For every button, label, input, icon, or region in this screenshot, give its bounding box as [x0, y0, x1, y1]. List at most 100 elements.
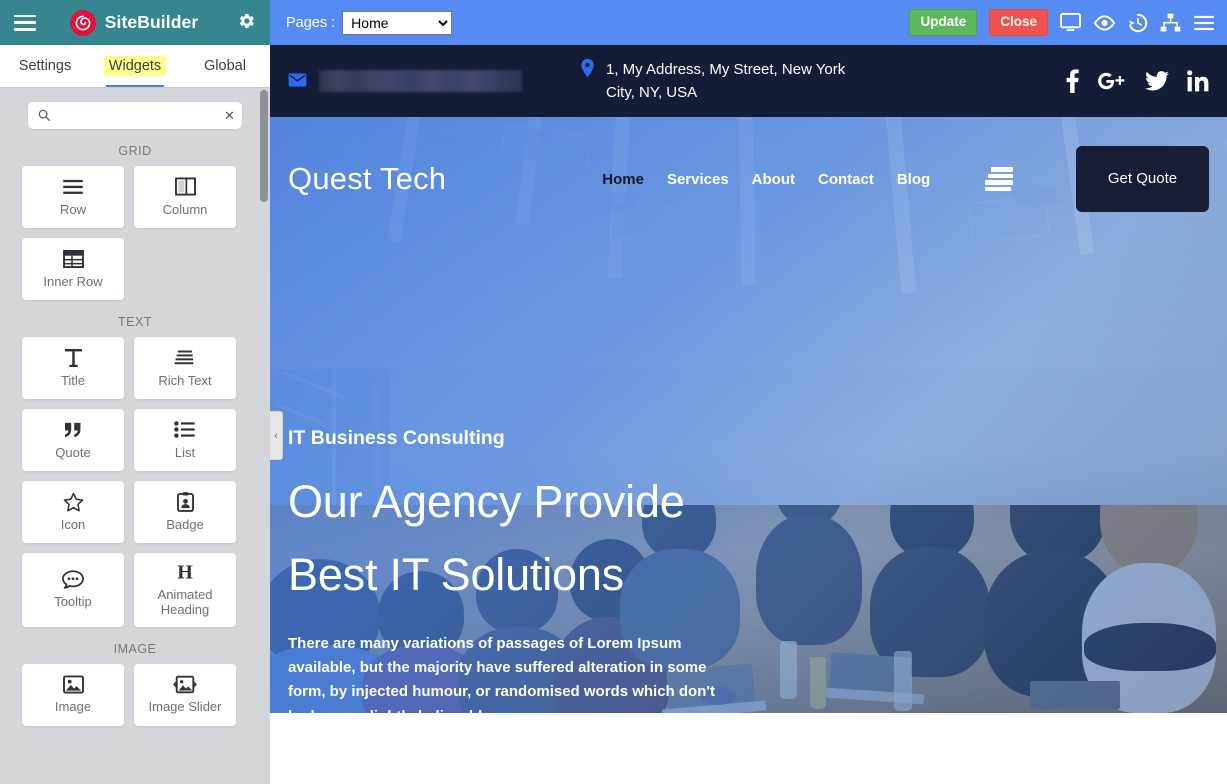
editor-area: Pages : Home Update Close ‹ 1, My Addres… — [270, 0, 1227, 784]
site-navbar: Quest Tech Home Services About Contact B… — [288, 135, 1209, 223]
left-panel: SiteBuilder Settings Widgets Global ✕ GR… — [0, 0, 270, 784]
section-title-text: TEXT — [118, 315, 152, 329]
sitebuilder-logo-icon — [69, 9, 96, 36]
tab-widgets-label: Widgets — [103, 56, 167, 76]
site-contact-bar: 1, My Address, My Street, New York City,… — [270, 45, 1227, 117]
widget-animated-heading[interactable]: H Animated Heading — [134, 553, 236, 627]
contact-email-group — [288, 70, 538, 92]
site-hero: Quest Tech Home Services About Contact B… — [270, 117, 1227, 713]
site-logo[interactable]: Quest Tech — [288, 161, 446, 197]
widget-quote-label: Quote — [55, 444, 91, 460]
align-left-icon — [174, 348, 196, 368]
list-icon — [174, 420, 196, 440]
widget-column[interactable]: Column — [134, 166, 236, 228]
nav-item-services[interactable]: Services — [667, 171, 729, 188]
hero-text-block: IT Business Consulting Our Agency Provid… — [288, 427, 748, 713]
search-wrap: ✕ — [22, 88, 248, 129]
update-button[interactable]: Update — [909, 9, 978, 36]
widget-image-slider[interactable]: Image Slider — [134, 663, 236, 726]
hero-eyebrow: IT Business Consulting — [288, 427, 505, 449]
section-title-grid: GRID — [118, 144, 152, 158]
widget-tooltip-label: Tooltip — [54, 594, 92, 610]
comment-dots-icon — [62, 569, 84, 589]
panel-scrollbar-thumb[interactable] — [260, 90, 268, 202]
contact-address: 1, My Address, My Street, New York City,… — [606, 60, 846, 101]
widget-icon[interactable]: Icon — [22, 481, 124, 543]
page-canvas: ‹ 1, My Address, My Street, New York Cit… — [270, 45, 1227, 784]
gear-icon[interactable] — [236, 11, 256, 35]
hamburger-icon[interactable] — [14, 14, 36, 31]
search-input[interactable] — [51, 108, 224, 123]
brand-name: SiteBuilder — [104, 12, 199, 32]
linkedin-icon[interactable] — [1187, 70, 1209, 92]
google-plus-icon[interactable] — [1097, 71, 1127, 91]
widgets-list: ✕ GRID Row Column Inner Row TEXT Title R… — [0, 88, 270, 784]
sitemap-icon[interactable] — [1160, 13, 1181, 32]
tab-settings[interactable]: Settings — [0, 45, 90, 87]
eye-icon[interactable] — [1093, 14, 1116, 31]
pages-group: Pages : Home — [286, 10, 453, 35]
panel-collapse-handle[interactable]: ‹ — [270, 411, 283, 460]
tab-global[interactable]: Global — [180, 45, 270, 87]
app-header: SiteBuilder — [0, 0, 270, 45]
widget-list[interactable]: List — [134, 409, 236, 471]
contact-email-redacted[interactable] — [319, 70, 522, 92]
get-quote-button[interactable]: Get Quote — [1076, 146, 1209, 212]
quote-icon — [62, 420, 84, 440]
widget-quote[interactable]: Quote — [22, 409, 124, 471]
editor-toolbar: Pages : Home Update Close — [270, 0, 1227, 45]
widget-animated-heading-label: Animated Heading — [157, 587, 213, 617]
twitter-icon[interactable] — [1145, 71, 1169, 91]
svg-text:H: H — [177, 562, 193, 582]
panel-tabs: Settings Widgets Global — [0, 45, 270, 88]
widget-rich-text[interactable]: Rich Text — [134, 337, 236, 399]
widget-column-label: Column — [162, 201, 208, 217]
widget-image[interactable]: Image — [22, 663, 124, 726]
nav-item-contact[interactable]: Contact — [818, 171, 874, 188]
widget-rich-text-label: Rich Text — [158, 372, 212, 388]
brand: SiteBuilder — [69, 9, 199, 36]
title-t-icon — [64, 348, 83, 368]
facebook-icon[interactable] — [1066, 69, 1079, 93]
widget-tooltip[interactable]: Tooltip — [22, 553, 124, 627]
envelope-icon — [288, 72, 307, 90]
pages-label: Pages : — [286, 14, 336, 31]
close-icon[interactable]: ✕ — [224, 109, 235, 122]
search-box[interactable]: ✕ — [28, 102, 242, 129]
section-text-widgets: Title Rich Text Quote List Icon Badge To… — [22, 337, 248, 627]
hero-paragraph: There are many variations of passages of… — [288, 634, 715, 713]
heading-h-icon: H — [175, 562, 195, 582]
site-nav-links: Home Services About Contact Blog — [602, 167, 1014, 191]
hero-title-line1: Our Agency Provide — [288, 476, 685, 527]
widget-image-label: Image — [54, 699, 92, 715]
table-icon — [62, 249, 84, 269]
section-grid-widgets: Row Column Inner Row — [22, 166, 248, 300]
widget-badge[interactable]: Badge — [134, 481, 236, 543]
menu-icon[interactable] — [1193, 15, 1215, 31]
nav-item-blog[interactable]: Blog — [897, 171, 930, 188]
section-title-image: IMAGE — [113, 641, 157, 656]
section-image-widgets: Image Image Slider — [22, 663, 248, 726]
widget-inner-row-label: Inner Row — [43, 273, 103, 289]
close-button[interactable]: Close — [989, 9, 1048, 36]
widget-inner-row[interactable]: Inner Row — [22, 238, 124, 300]
search-icon — [37, 108, 51, 124]
pages-select[interactable]: Home — [342, 10, 453, 35]
contact-address-group: 1, My Address, My Street, New York City,… — [580, 58, 866, 105]
nav-item-about[interactable]: About — [752, 171, 795, 188]
nav-item-home[interactable]: Home — [602, 171, 644, 188]
widget-title[interactable]: Title — [22, 337, 124, 399]
hero-content: Quest Tech Home Services About Contact B… — [270, 117, 1227, 713]
hamburger-icon[interactable] — [985, 167, 1014, 191]
app-root: SiteBuilder Settings Widgets Global ✕ GR… — [0, 0, 1227, 784]
hero-title-line2: Best IT Solutions — [288, 548, 624, 600]
social-links — [1066, 69, 1209, 93]
widget-row[interactable]: Row — [22, 166, 124, 228]
desktop-icon[interactable] — [1060, 13, 1081, 32]
widget-list-label: List — [174, 444, 196, 460]
tab-widgets[interactable]: Widgets — [90, 45, 180, 87]
rows-icon — [62, 177, 84, 197]
columns-icon — [174, 177, 196, 197]
history-icon[interactable] — [1128, 13, 1148, 33]
tab-settings-label: Settings — [18, 58, 72, 74]
